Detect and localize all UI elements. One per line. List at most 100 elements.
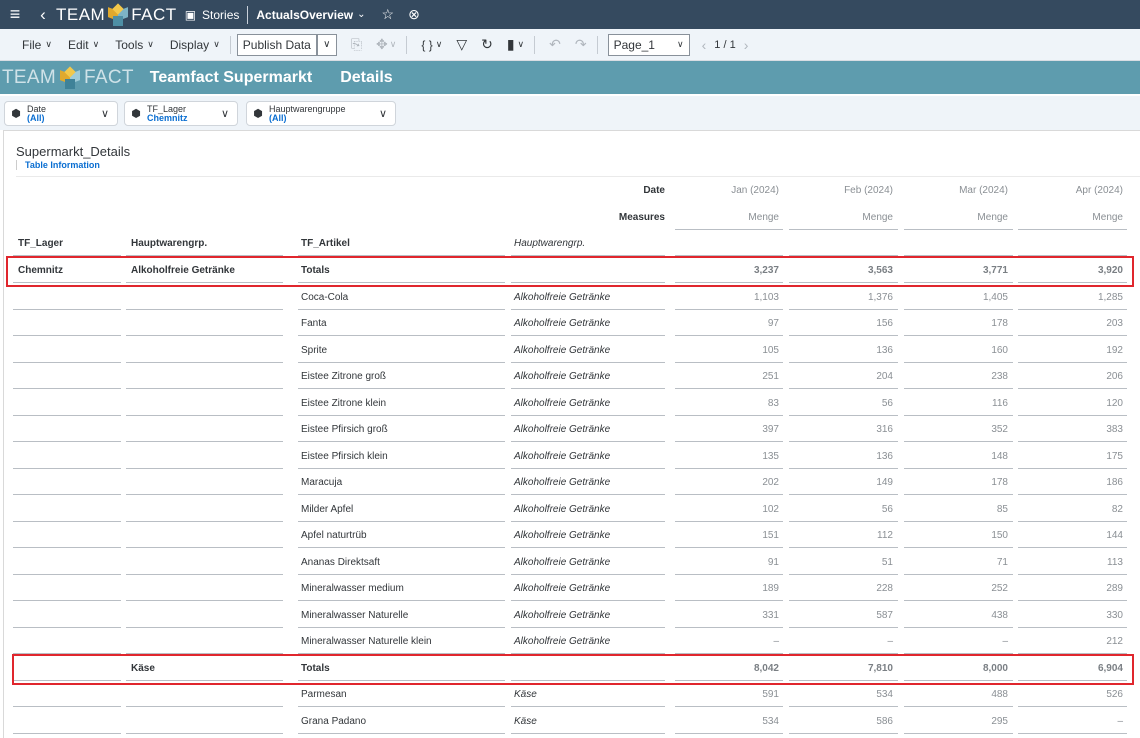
column-header-grp-attribute[interactable]: Hauptwarengrp. (514, 238, 664, 249)
column-header-artikel[interactable]: TF_Artikel (301, 238, 501, 249)
row-artikel[interactable]: Mineralwasser medium (301, 583, 501, 594)
row-value[interactable]: 144 (1023, 530, 1123, 541)
row-value[interactable]: 1,285 (1023, 292, 1123, 303)
row-value[interactable]: 102 (679, 504, 779, 515)
row-value[interactable]: – (793, 636, 893, 647)
row-value[interactable]: 238 (908, 371, 1008, 382)
date-filter[interactable]: ⬢ Date (All) ∨ (4, 101, 118, 126)
row-artikel[interactable]: Coca-Cola (301, 292, 501, 303)
row-value[interactable]: 113 (1023, 557, 1123, 568)
row-value[interactable]: – (1023, 716, 1123, 727)
row-value[interactable]: 192 (1023, 345, 1123, 356)
file-menu[interactable]: File ∨ (22, 38, 52, 52)
month-header[interactable]: Apr (2024) (1023, 185, 1123, 196)
row-value[interactable]: 534 (679, 716, 779, 727)
row-value[interactable]: 148 (908, 451, 1008, 462)
row-value[interactable]: 178 (908, 477, 1008, 488)
row-value[interactable]: 175 (1023, 451, 1123, 462)
move-icon[interactable]: ✥ (376, 36, 388, 53)
row-value[interactable]: 352 (908, 424, 1008, 435)
row-artikel[interactable]: Sprite (301, 345, 501, 356)
chevron-down-icon[interactable]: ⌄ (357, 9, 365, 20)
row-value[interactable]: 105 (679, 345, 779, 356)
row-value[interactable]: 1,376 (793, 292, 893, 303)
filter-icon[interactable]: ▽ (456, 36, 467, 53)
row-value[interactable]: 228 (793, 583, 893, 594)
row-artikel[interactable]: Eistee Zitrone groß (301, 371, 501, 382)
row-artikel[interactable]: Fanta (301, 318, 501, 329)
row-artikel[interactable]: Grana Padano (301, 716, 501, 727)
row-value[interactable]: 156 (793, 318, 893, 329)
row-value[interactable]: 189 (679, 583, 779, 594)
chevron-down-icon[interactable]: ∨ (390, 39, 397, 50)
row-artikel[interactable]: Ananas Direktsaft (301, 557, 501, 568)
row-artikel[interactable]: Maracuja (301, 477, 501, 488)
month-header[interactable]: Mar (2024) (908, 185, 1008, 196)
column-header-lager[interactable]: TF_Lager (18, 238, 118, 249)
row-value[interactable]: 438 (908, 610, 1008, 621)
edit-menu[interactable]: Edit ∨ (68, 38, 99, 52)
row-value[interactable]: 330 (1023, 610, 1123, 621)
row-value[interactable]: 83 (679, 398, 779, 409)
row-value[interactable]: 56 (793, 504, 893, 515)
row-value[interactable]: 56 (793, 398, 893, 409)
row-artikel[interactable]: Eistee Pfirsich klein (301, 451, 501, 462)
row-value[interactable]: 71 (908, 557, 1008, 568)
story-title[interactable]: ActualsOverview (256, 8, 353, 22)
close-circle-icon[interactable]: ⊗ (408, 6, 420, 23)
formula-braces-icon[interactable]: { } (421, 38, 432, 52)
row-value[interactable]: 316 (793, 424, 893, 435)
row-value[interactable]: 586 (793, 716, 893, 727)
row-value[interactable]: 534 (793, 689, 893, 700)
month-header[interactable]: Feb (2024) (793, 185, 893, 196)
page-select[interactable]: Page_1 ∨ (607, 33, 690, 56)
row-artikel[interactable]: Mineralwasser Naturelle (301, 610, 501, 621)
copy-format-icon[interactable]: ⎘ (351, 36, 362, 53)
row-value[interactable]: 136 (793, 451, 893, 462)
chevron-down-icon[interactable]: ∨ (436, 39, 443, 50)
next-page-icon[interactable]: › (744, 37, 749, 53)
row-value[interactable]: 252 (908, 583, 1008, 594)
row-artikel[interactable]: Eistee Zitrone klein (301, 398, 501, 409)
row-artikel[interactable]: Parmesan (301, 689, 501, 700)
measure-header[interactable]: Menge (793, 212, 893, 223)
row-value[interactable]: 51 (793, 557, 893, 568)
row-value[interactable]: 1,103 (679, 292, 779, 303)
row-value[interactable]: 160 (908, 345, 1008, 356)
month-header[interactable]: Jan (2024) (679, 185, 779, 196)
row-value[interactable]: 488 (908, 689, 1008, 700)
row-value[interactable]: – (679, 636, 779, 647)
table-information-link[interactable]: Table Information (16, 160, 100, 170)
publish-data-dropdown[interactable]: ∨ (316, 33, 337, 56)
back-chevron-icon[interactable]: ‹ (30, 5, 56, 25)
row-value[interactable]: 212 (1023, 636, 1123, 647)
row-artikel[interactable]: Milder Apfel (301, 504, 501, 515)
row-value[interactable]: 591 (679, 689, 779, 700)
row-value[interactable]: 526 (1023, 689, 1123, 700)
row-artikel[interactable]: Mineralwasser Naturelle klein (301, 636, 501, 647)
row-value[interactable]: 136 (793, 345, 893, 356)
row-value[interactable]: – (908, 636, 1008, 647)
measure-header[interactable]: Menge (679, 212, 779, 223)
row-value[interactable]: 116 (908, 398, 1008, 409)
row-value[interactable]: 206 (1023, 371, 1123, 382)
star-icon[interactable]: ☆ (382, 6, 395, 23)
row-value[interactable]: 1,405 (908, 292, 1008, 303)
row-artikel[interactable]: Apfel naturtrüb (301, 530, 501, 541)
row-value[interactable]: 151 (679, 530, 779, 541)
hauptwarengruppe-filter[interactable]: ⬢ Hauptwarengruppe (All) ∨ (246, 101, 396, 126)
row-value[interactable]: 203 (1023, 318, 1123, 329)
row-value[interactable]: 204 (793, 371, 893, 382)
row-value[interactable]: 112 (793, 530, 893, 541)
publish-data-button[interactable]: Publish Data (236, 33, 317, 56)
tools-menu[interactable]: Tools ∨ (115, 38, 154, 52)
measure-header[interactable]: Menge (1023, 212, 1123, 223)
row-value[interactable]: 397 (679, 424, 779, 435)
column-header-hauptwarengrp[interactable]: Hauptwarengrp. (131, 238, 281, 249)
row-value[interactable]: 149 (793, 477, 893, 488)
row-value[interactable]: 120 (1023, 398, 1123, 409)
stories-label[interactable]: Stories (202, 8, 239, 22)
row-value[interactable]: 383 (1023, 424, 1123, 435)
measure-header[interactable]: Menge (908, 212, 1008, 223)
display-menu[interactable]: Display ∨ (170, 38, 220, 52)
